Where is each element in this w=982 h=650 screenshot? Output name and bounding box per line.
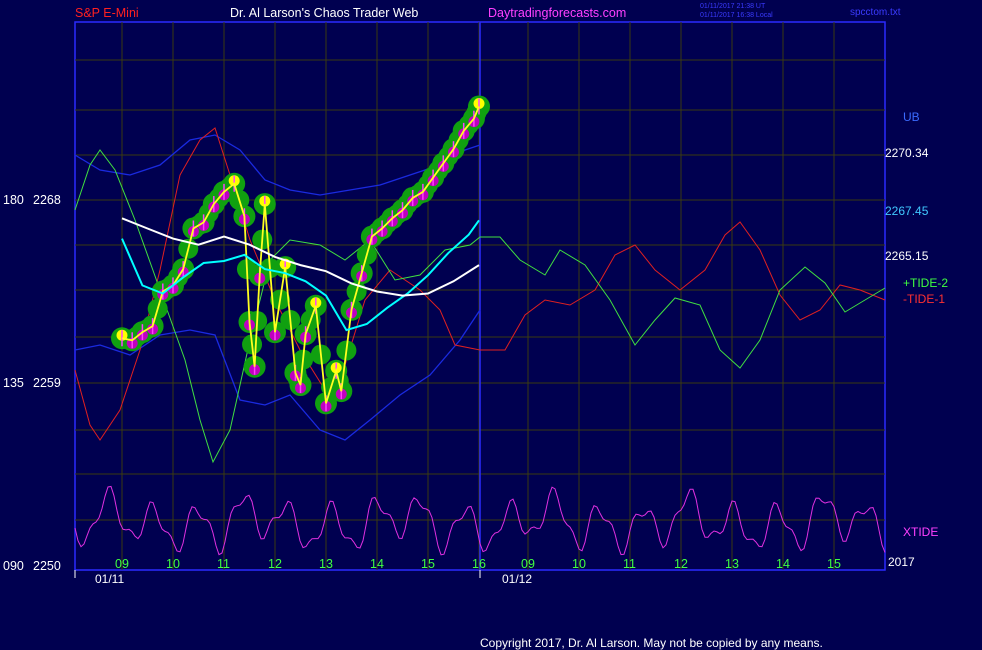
x-tick-hour: 11: [623, 557, 636, 571]
y-tick-price: 2268: [33, 193, 61, 207]
y-tick-price: 2250: [33, 559, 61, 573]
x-tick-hour: 12: [268, 557, 282, 571]
website-link[interactable]: Daytradingforecasts.com: [488, 6, 626, 20]
y-tick-price: 2259: [33, 376, 61, 390]
x-tick-hour: 12: [674, 557, 688, 571]
x-tick-hour: 11: [217, 557, 230, 571]
ub-label: UB: [903, 110, 920, 124]
legend-xtide: XTIDE: [903, 525, 938, 539]
y-tick-angle: 090: [3, 559, 24, 573]
grid: 2268 180 2259 135 2250 090 09 10 11 12 13 14 15 16 09 1…: [3, 21, 886, 578]
year-label: 2017: [888, 555, 915, 569]
x-tick-hour: 13: [725, 557, 739, 571]
level-lower: 2265.15: [885, 249, 929, 263]
x-tick-hour: 13: [319, 557, 333, 571]
x-tick-hour: 15: [421, 557, 435, 571]
level-upper: 2270.34: [885, 146, 929, 160]
symbol-label: S&P E-Mini: [75, 6, 139, 20]
legend-tide-minus: -TIDE-1: [903, 292, 945, 306]
x-tick-hour: 15: [827, 557, 841, 571]
x-tick-hour: 16: [472, 557, 486, 571]
date-label-day1: 01/11: [95, 572, 124, 586]
axis-labels: S&P E-Mini Dr. Al Larson's Chaos Trader …: [75, 3, 948, 650]
legend-tide-plus: +TIDE-2: [903, 276, 948, 290]
timestamp-local: 01/11/2017 16:38 Local: [700, 12, 773, 19]
x-tick-hour: 10: [572, 557, 586, 571]
x-tick-hour: 14: [776, 557, 790, 571]
x-tick-hour: 09: [521, 557, 535, 571]
chart-title: Dr. Al Larson's Chaos Trader Web: [230, 6, 418, 20]
x-tick-hour: 10: [166, 557, 180, 571]
x-tick-hour: 14: [370, 557, 384, 571]
level-middle: 2267.45: [885, 204, 929, 218]
y-tick-angle: 135: [3, 376, 24, 390]
x-tick-hour: 09: [115, 557, 129, 571]
copyright: Copyright 2017, Dr. Al Larson. May not b…: [480, 636, 823, 650]
y-tick-angle: 180: [3, 193, 24, 207]
date-label-day2: 01/12: [502, 572, 532, 586]
chaos-trader-chart: 2268 180 2259 135 2250 090 09 10 11 12 13 14 15 16 09 1…: [3, 3, 948, 650]
timestamp-utc: 01/11/2017 21:38 UT: [700, 3, 766, 10]
data-filename: spcctom.txt: [850, 7, 901, 18]
price-plot: [111, 95, 490, 415]
